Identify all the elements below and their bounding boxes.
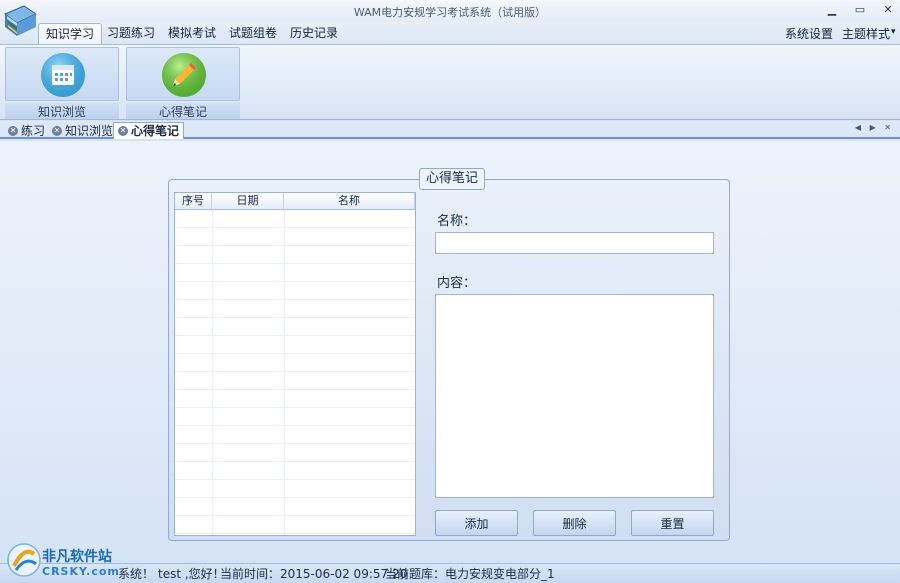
status-current-bank: 当前题库：电力安规变电部分_1	[385, 567, 555, 581]
study-notes-label: 心得笔记	[126, 103, 240, 119]
site-watermark: 非凡软件站 CRSKY.com	[2, 538, 122, 583]
grid-body[interactable]	[175, 210, 415, 535]
add-button[interactable]: 添加	[435, 510, 518, 536]
status-greeting: test ,您好！	[158, 567, 225, 581]
theme-style-menu[interactable]: 主题样式	[842, 25, 890, 42]
grid-header: 序号 日期 名称	[175, 193, 415, 210]
doc-tab-label: 练习	[21, 123, 46, 138]
watermark-logo-icon	[7, 543, 41, 577]
reset-button[interactable]: 重置	[631, 510, 714, 536]
knowledge-browse-button[interactable]	[5, 47, 119, 101]
ribbon-panel: 知识浏览 心得笔记	[0, 44, 900, 120]
minimize-icon[interactable]: ▁	[824, 2, 840, 18]
study-notes-panel: 心得笔记 序号 日期 名称 名称： 内容： 添加 删除 重置	[168, 168, 730, 541]
ribbon-group-notes: 心得笔记	[126, 47, 240, 119]
tab-knowledge-study[interactable]: 知识学习	[38, 23, 103, 44]
maximize-icon[interactable]: ▭	[852, 2, 868, 18]
status-current-time: 当前时间：2015-06-02 09:57:20	[220, 567, 408, 581]
ribbon-group-browse: 知识浏览	[5, 47, 119, 119]
doc-tab-practice[interactable]: ✕ 练习	[4, 122, 49, 139]
panel-title: 心得笔记	[419, 168, 486, 190]
doc-tab-label: 知识浏览	[65, 123, 114, 138]
ribbon-tab-bar: 知识学习 习题练习 模拟考试 试题组卷 历史记录 系统设置 主题样式 ▾	[0, 22, 900, 44]
name-label: 名称：	[437, 214, 477, 229]
document-tab-bar: ✕ 练习 ✕ 知识浏览 ✕ 心得笔记 ◀ ▶ ✕	[0, 121, 900, 139]
pencil-icon	[162, 53, 206, 97]
column-header-index[interactable]: 序号	[175, 193, 212, 209]
status-bar: 系统！ test ,您好！ 当前时间：2015-06-02 09:57:20 当…	[0, 563, 900, 583]
watermark-name-en: CRSKY.com	[42, 565, 120, 578]
doc-tab-knowledge-browse[interactable]: ✕ 知识浏览	[48, 122, 117, 139]
chevron-down-icon[interactable]: ▾	[891, 27, 896, 37]
watermark-name-cn: 非凡软件站	[42, 549, 112, 565]
close-icon[interactable]: ✕	[880, 2, 896, 18]
main-content: 心得笔记 序号 日期 名称 名称： 内容： 添加 删除 重置	[0, 141, 900, 563]
tab-paper-builder[interactable]: 试题组卷	[222, 23, 284, 44]
title-bar: WAM电力安规学习考试系统（试用版） ▁ ▭ ✕	[0, 0, 900, 36]
tab-mock-exam[interactable]: 模拟考试	[161, 23, 223, 44]
close-tab-icon[interactable]: ✕	[52, 125, 62, 136]
knowledge-browse-label: 知识浏览	[5, 103, 119, 119]
column-header-date[interactable]: 日期	[212, 193, 284, 209]
tab-exercise-practice[interactable]: 习题练习	[100, 23, 162, 44]
tab-history[interactable]: 历史记录	[283, 23, 345, 44]
app-logo-books-icon	[4, 5, 38, 36]
note-content-textarea[interactable]	[435, 294, 714, 498]
window-title: WAM电力安规学习考试系统（试用版）	[353, 6, 547, 19]
close-tab-icon[interactable]: ✕	[8, 125, 18, 136]
doc-tab-study-notes[interactable]: ✕ 心得笔记	[113, 122, 185, 139]
column-header-name[interactable]: 名称	[284, 193, 415, 209]
content-label: 内容：	[437, 276, 477, 291]
delete-button[interactable]: 删除	[533, 510, 616, 536]
notes-grid[interactable]: 序号 日期 名称	[174, 192, 416, 536]
doc-tab-label: 心得笔记	[131, 124, 180, 138]
close-tab-icon[interactable]: ✕	[118, 126, 128, 136]
calendar-icon	[41, 53, 85, 97]
note-name-input[interactable]	[435, 232, 714, 254]
tab-scroll-arrows-icon[interactable]: ◀ ▶ ✕	[855, 123, 894, 132]
study-notes-button[interactable]	[126, 47, 240, 101]
status-welcome: 系统！	[118, 567, 155, 581]
system-settings-menu[interactable]: 系统设置	[785, 25, 833, 42]
